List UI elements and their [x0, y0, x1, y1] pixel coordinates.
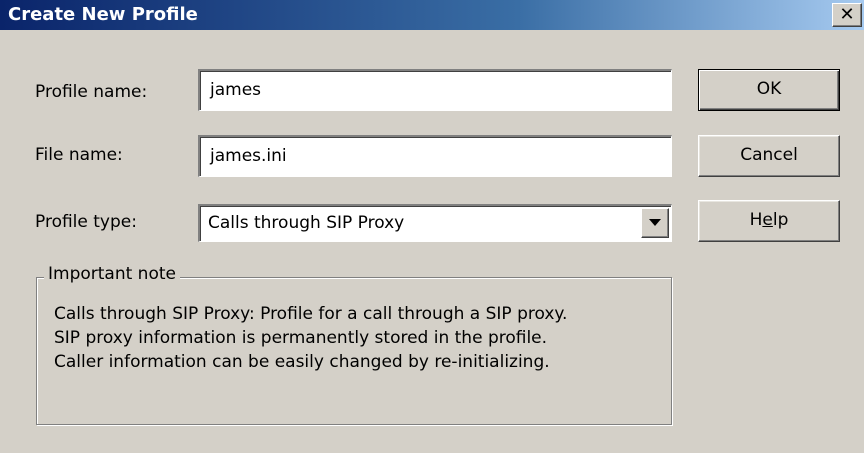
help-button-label: Help: [749, 210, 789, 230]
create-profile-dialog: Create New Profile ✕ Profile name: james…: [0, 0, 864, 453]
title-bar[interactable]: Create New Profile ✕: [0, 0, 864, 30]
ok-button-label: OK: [756, 79, 782, 99]
cancel-button-label: Cancel: [740, 145, 798, 165]
close-icon: ✕: [839, 4, 855, 25]
file-name-value: james.ini: [210, 146, 287, 166]
important-note-title: Important note: [44, 262, 180, 286]
profile-type-label: Profile type:: [35, 212, 137, 232]
profile-type-select[interactable]: Calls through SIP Proxy: [198, 204, 672, 242]
profile-name-input[interactable]: james: [198, 69, 672, 111]
dropdown-button[interactable]: [641, 208, 669, 238]
ok-button[interactable]: OK: [698, 69, 840, 111]
file-name-label: File name:: [35, 145, 123, 165]
chevron-down-icon: [649, 219, 661, 226]
close-button[interactable]: ✕: [832, 3, 862, 27]
window-title: Create New Profile: [8, 4, 198, 25]
note-line: Caller information can be easily changed…: [54, 352, 550, 372]
profile-name-label: Profile name:: [35, 82, 148, 102]
help-button[interactable]: Help: [698, 200, 840, 242]
profile-name-value: james: [210, 80, 262, 100]
note-line: SIP proxy information is permanently sto…: [54, 328, 548, 348]
note-line: Calls through SIP Proxy: Profile for a c…: [54, 304, 568, 324]
profile-type-value: Calls through SIP Proxy: [208, 213, 405, 233]
cancel-button[interactable]: Cancel: [698, 135, 840, 177]
important-note-text: Calls through SIP Proxy: Profile for a c…: [54, 302, 664, 374]
file-name-input[interactable]: james.ini: [198, 135, 672, 177]
